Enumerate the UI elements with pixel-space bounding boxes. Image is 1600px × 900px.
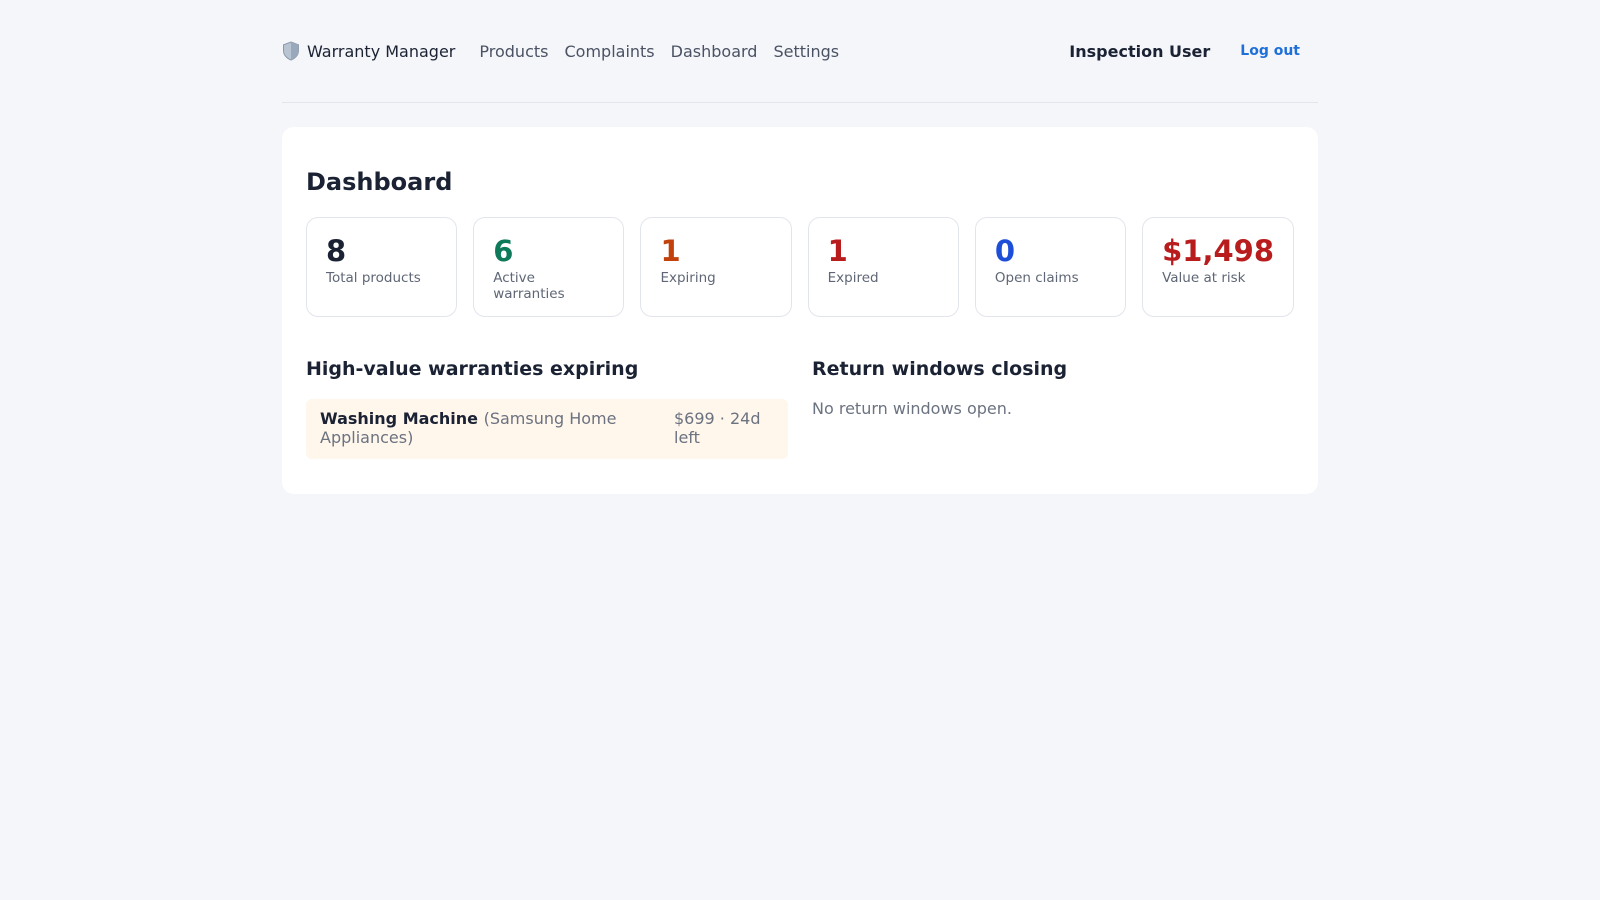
logout-button[interactable]: Log out — [1240, 43, 1300, 59]
nav-link-complaints[interactable]: Complaints — [564, 42, 654, 61]
top-nav: Warranty Manager Products Complaints Das… — [282, 0, 1318, 103]
stat-label: Active warranties — [493, 270, 565, 302]
stat-label: Total products — [326, 270, 421, 286]
stat-value: 6 — [493, 234, 514, 268]
stat-value: 8 — [326, 234, 347, 268]
brand-name: Warranty Manager — [307, 41, 456, 61]
stat-value: $1,498 — [1162, 234, 1275, 268]
returns-section: Return windows closing No return windows… — [812, 357, 1294, 459]
stat-expired: 1 Expired — [807, 217, 959, 317]
stat-expiring: 1 Expiring — [640, 217, 792, 317]
stat-value-at-risk: $1,498 Value at risk — [1142, 217, 1295, 317]
stat-label: Value at risk — [1162, 270, 1246, 286]
nav-link-products[interactable]: Products — [479, 42, 548, 61]
item-name: Washing Machine — [320, 409, 484, 428]
shield-icon — [283, 41, 299, 61]
stat-value: 1 — [660, 234, 681, 268]
stat-total-products: 8 Total products — [306, 217, 458, 317]
brand[interactable]: Warranty Manager — [282, 41, 455, 61]
page-title: Dashboard — [306, 168, 453, 196]
stat-active-warranties: 6 Active warranties — [473, 217, 625, 317]
list-item[interactable]: Washing Machine (Samsung Home Appliances… — [306, 399, 788, 459]
empty-message: No return windows open. — [812, 399, 1012, 418]
user-name: Inspection User — [1069, 41, 1211, 61]
section-title: High-value warranties expiring — [306, 358, 639, 380]
stat-value: 0 — [994, 234, 1016, 268]
nav-link-settings[interactable]: Settings — [773, 42, 839, 61]
stat-label: Expired — [827, 270, 879, 286]
stat-open-claims: 0 Open claims — [974, 217, 1127, 317]
section-title: Return windows closing — [812, 358, 1068, 380]
stat-label: Expiring — [660, 270, 716, 286]
stats-row: 8 Total products 6 Active warranties 1 E… — [306, 217, 1295, 317]
item-product: Washing Machine (Samsung Home Appliances… — [320, 409, 660, 449]
app-root: Warranty Manager Products Complaints Das… — [282, 0, 1318, 494]
expiring-section: High-value warranties expiring Washing M… — [306, 357, 788, 459]
dashboard-card: Dashboard 8 Total products 6 Active warr… — [282, 127, 1318, 494]
item-detail: $699 · 24d left — [674, 409, 761, 447]
nav-link-dashboard[interactable]: Dashboard — [671, 42, 758, 61]
sections-row: High-value warranties expiring Washing M… — [306, 357, 1294, 459]
stat-value: 1 — [827, 234, 848, 268]
stat-label: Open claims — [994, 270, 1079, 286]
